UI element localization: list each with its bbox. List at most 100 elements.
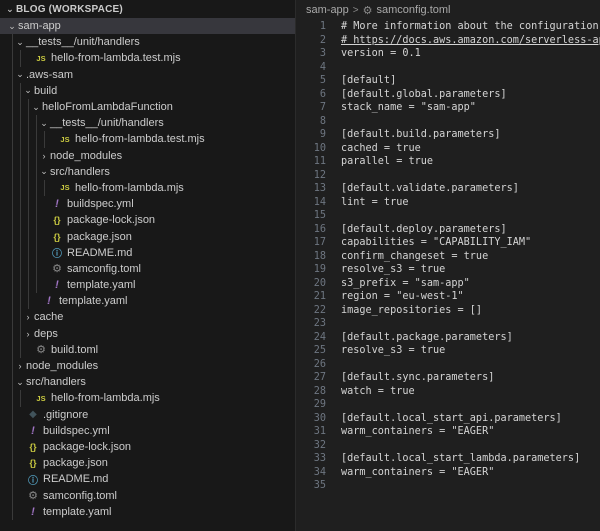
code-line: 7 stack_name = "sam-app" [296,101,600,115]
code-line: 9 [default.build.parameters] [296,128,600,142]
chevron-right-icon: › [42,150,46,161]
yaml-file-icon: ! [31,424,35,437]
code-text: confirm_changeset = true [341,250,489,262]
code-text: [default.global.parameters] [341,88,507,100]
tree-file[interactable]: JS hello-from-lambda.test.mjs [0,50,295,67]
tree-folder[interactable]: ⌄ src/handlers [0,163,295,180]
tree-folder[interactable]: ⌄ __tests__/unit/handlers [0,34,295,51]
indent-guide [20,228,21,245]
breadcrumb-folder[interactable]: sam-app [306,4,349,16]
indent-guide [12,503,13,520]
indent-guide [36,228,37,245]
tree-folder[interactable]: ⌄ .aws-sam [0,66,295,83]
tree-file[interactable]: {} package-lock.json [0,212,295,229]
chevron-down-icon: ⌄ [16,69,24,80]
code-line: 32 [296,439,600,453]
code-line: 27 [default.sync.parameters] [296,371,600,385]
code-line: 34 warm_containers = "EAGER" [296,466,600,480]
tree-file[interactable]: ! template.yaml [0,293,295,310]
tree-item-label: build [34,84,58,97]
tree-file[interactable]: {} package.json [0,455,295,472]
line-number: 22 [313,304,326,316]
indent-guide [36,277,37,294]
code-text: warm_containers = "EAGER" [341,466,495,478]
yaml-file-icon: ! [55,198,59,211]
tree-folder[interactable]: › node_modules [0,147,295,164]
indent-guide [28,98,29,116]
indent-guide [12,260,13,277]
indent-guide [12,325,13,342]
tree-file[interactable]: JS hello-from-lambda.mjs [0,390,295,407]
tree-item-label: hello-from-lambda.test.mjs [75,133,205,146]
tree-file[interactable]: ! buildspec.yml [0,196,295,213]
tree-file[interactable]: ⓘ README.md [0,471,295,488]
tree-item-label: hello-from-lambda.mjs [75,181,184,194]
tree-item-label: package-lock.json [67,214,156,227]
line-number: 9 [319,129,326,141]
indent-guide [12,66,13,83]
indent-guide [12,82,13,99]
code-text: version = 0.1 [341,48,421,60]
indent-guide [36,260,37,277]
indent-guide [12,455,13,472]
tree-file[interactable]: ⚙ build.toml [0,341,295,358]
tree-file[interactable]: ◆ .gitignore [0,406,295,423]
tree-file[interactable]: {} package-lock.json [0,438,295,456]
workspace-header[interactable]: ⌄ BLOG (WORKSPACE) [0,0,295,18]
indent-guide [36,115,37,132]
indent-guide [20,277,21,294]
tree-folder[interactable]: › node_modules [0,357,295,375]
line-number: 35 [313,480,326,492]
tree-file[interactable]: ⚙ samconfig.toml [0,260,295,277]
json-file-icon: {} [29,458,37,469]
tree-file[interactable]: JS hello-from-lambda.mjs [0,179,295,197]
tree-item-label: README.md [67,246,133,259]
tree-file[interactable]: {} package.json [0,228,295,245]
indent-guide [20,244,21,261]
code-line: 1 # More information about the configurat… [296,20,600,34]
code-editor[interactable]: 1 # More information about the configurat… [296,20,600,493]
tree-file[interactable]: JS hello-from-lambda.test.mjs [0,131,295,148]
info-file-icon: ⓘ [28,475,38,487]
tree-folder[interactable]: › deps [0,325,295,342]
line-number: 1 [319,21,326,33]
code-line: 6 [default.global.parameters] [296,88,600,102]
indent-guide [20,196,21,213]
code-line: 22 image_repositories = [] [296,304,600,318]
tree-item-label: deps [34,327,58,340]
tree-file[interactable]: ! buildspec.yml [0,422,295,439]
code-line: 5 [default] [296,74,600,88]
code-line: 13 [default.validate.parameters] [296,182,600,196]
code-line: 31 warm_containers = "EAGER" [296,425,600,439]
code-line: 35 [296,479,600,493]
code-line: 16 [default.deploy.parameters] [296,223,600,237]
tree-file[interactable]: ⚙ samconfig.toml [0,487,295,504]
tree-folder[interactable]: ⌄ sam-app [0,18,295,35]
indent-guide [12,196,13,213]
line-number: 12 [313,169,326,181]
config-gear-icon: ⚙ [36,344,46,357]
tree-file[interactable]: ! template.yaml [0,503,295,520]
indent-guide [12,293,13,310]
explorer-sidebar: ⌄ BLOG (WORKSPACE) ⌄ sam-app ⌄ __tests__/un… [0,0,296,531]
indent-guide [12,471,13,488]
tree-item-label: samconfig.toml [43,489,117,502]
tree-folder[interactable]: ⌄ src/handlers [0,374,295,391]
chevron-down-icon: ⌄ [40,117,48,128]
breadcrumb: sam-app > ⚙ samconfig.toml [296,0,600,20]
tree-folder[interactable]: ⌄ helloFromLambdaFunction [0,98,295,116]
tree-folder[interactable]: › cache [0,309,295,326]
code-text: [default.validate.parameters] [341,183,519,195]
tree-item-label: .gitignore [43,408,89,421]
code-line: 19 resolve_s3 = true [296,263,600,277]
javascript-file-icon: JS [36,53,46,63]
chevron-down-icon: ⌄ [40,166,48,177]
tree-folder[interactable]: ⌄ build [0,82,295,99]
breadcrumb-file[interactable]: samconfig.toml [377,4,451,16]
javascript-file-icon: JS [60,134,70,144]
tree-item-label: __tests__/unit/handlers [26,36,140,49]
tree-folder[interactable]: ⌄ __tests__/unit/handlers [0,115,295,132]
tree-file[interactable]: ⓘ README.md [0,244,295,261]
code-line: 21 region = "eu-west-1" [296,290,600,304]
tree-file[interactable]: ! template.yaml [0,277,295,294]
